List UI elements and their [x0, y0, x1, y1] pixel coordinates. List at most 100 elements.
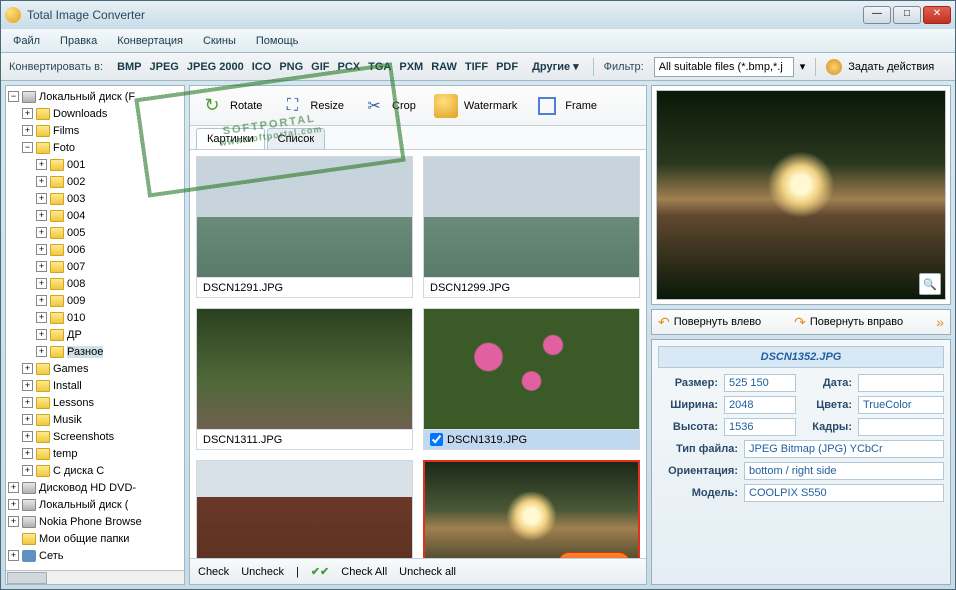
tree-item[interactable]: −Локальный диск (F [8, 88, 182, 105]
check-all-button[interactable]: Check All [341, 566, 387, 578]
expand-icon[interactable]: − [22, 142, 33, 153]
expand-icon[interactable]: + [36, 346, 47, 357]
tree-item[interactable]: +Films [8, 122, 182, 139]
tree-item[interactable]: +010 [8, 309, 182, 326]
rotate-left-button[interactable]: ↶Повернуть влево [658, 314, 761, 331]
thumbnail-cell[interactable]: Купить! [423, 460, 640, 558]
rotate-button[interactable]: ↻Rotate [200, 94, 262, 118]
expand-icon[interactable]: + [22, 363, 33, 374]
check-button[interactable]: Check [198, 566, 229, 578]
minimize-button[interactable]: — [863, 6, 891, 24]
tree-item[interactable]: +009 [8, 292, 182, 309]
thumbnail-label[interactable]: DSCN1311.JPG [197, 429, 412, 449]
expand-icon[interactable]: + [36, 159, 47, 170]
expand-icon[interactable]: + [22, 448, 33, 459]
expand-icon[interactable]: + [36, 210, 47, 221]
expand-icon[interactable]: + [22, 125, 33, 136]
format-pcx[interactable]: PCX [334, 59, 365, 75]
format-jpeg2000[interactable]: JPEG 2000 [183, 59, 248, 75]
tree-item[interactable]: +Локальный диск ( [8, 496, 182, 513]
menu-convert[interactable]: Конвертация [113, 33, 187, 49]
expand-icon[interactable]: + [22, 465, 33, 476]
thumbnail-cell[interactable]: DSCN1311.JPG [196, 308, 413, 450]
filter-dropdown-icon[interactable]: ▾ [800, 60, 806, 73]
maximize-button[interactable]: □ [893, 6, 921, 24]
buy-button[interactable]: Купить! [558, 552, 630, 558]
tree-item[interactable]: +Разное [8, 343, 182, 360]
set-actions-button[interactable]: Задать действия [848, 61, 934, 73]
expand-icon[interactable]: + [22, 397, 33, 408]
menu-file[interactable]: Файл [9, 33, 44, 49]
thumbnail-checkbox[interactable] [430, 433, 443, 446]
thumbnail-label[interactable]: DSCN1291.JPG [197, 277, 412, 297]
expand-icon[interactable]: + [8, 499, 19, 510]
zoom-icon[interactable]: 🔍 [919, 273, 941, 295]
tree-item[interactable]: +Nokia Phone Browse [8, 513, 182, 530]
tab-pictures[interactable]: Картинки [196, 128, 265, 149]
format-tga[interactable]: TGA [364, 59, 395, 75]
thumbnail-label[interactable]: DSCN1319.JPG [424, 429, 639, 449]
filter-input[interactable] [654, 57, 794, 77]
resize-button[interactable]: ⛶Resize [280, 94, 344, 118]
expand-icon[interactable]: + [22, 380, 33, 391]
tree-item[interactable]: +001 [8, 156, 182, 173]
tree-item[interactable]: +004 [8, 207, 182, 224]
expand-icon[interactable]: + [36, 261, 47, 272]
tree-item[interactable]: +005 [8, 224, 182, 241]
tree-item[interactable]: +003 [8, 190, 182, 207]
tree-item[interactable]: +Lessons [8, 394, 182, 411]
menu-skins[interactable]: Скины [199, 33, 240, 49]
tree-item[interactable]: +Install [8, 377, 182, 394]
tree-item[interactable]: +ДР [8, 326, 182, 343]
format-raw[interactable]: RAW [427, 59, 461, 75]
uncheck-button[interactable]: Uncheck [241, 566, 284, 578]
format-gif[interactable]: GIF [307, 59, 333, 75]
format-pxm[interactable]: PXM [395, 59, 427, 75]
expand-icon[interactable]: + [36, 312, 47, 323]
expand-icon[interactable]: + [36, 176, 47, 187]
tab-list[interactable]: Список [267, 128, 326, 149]
thumbnail-cell[interactable]: DSCN1291.JPG [196, 156, 413, 298]
uncheck-all-button[interactable]: Uncheck all [399, 566, 456, 578]
menu-help[interactable]: Помощь [252, 33, 303, 49]
thumbnail-cell[interactable]: DSCN1299.JPG [423, 156, 640, 298]
watermark-button[interactable]: Watermark [434, 94, 517, 118]
expand-icon[interactable]: + [36, 295, 47, 306]
tree-item[interactable]: +008 [8, 275, 182, 292]
format-jpeg[interactable]: JPEG [146, 59, 183, 75]
menu-edit[interactable]: Правка [56, 33, 101, 49]
expand-icon[interactable]: + [22, 431, 33, 442]
thumbnail-cell[interactable] [196, 460, 413, 558]
tree-item[interactable]: Мои общие папки [8, 530, 182, 547]
expand-icon[interactable]: + [36, 329, 47, 340]
expand-icon[interactable]: + [22, 108, 33, 119]
frame-button[interactable]: Frame [535, 94, 597, 118]
tree-item[interactable]: +Musik [8, 411, 182, 428]
expand-icon[interactable]: + [36, 244, 47, 255]
tree-item[interactable]: +Downloads [8, 105, 182, 122]
tree-item[interactable]: +007 [8, 258, 182, 275]
folder-tree[interactable]: −Локальный диск (F+Downloads+Films−Foto+… [5, 85, 185, 585]
expand-icon[interactable]: + [8, 550, 19, 561]
tree-item[interactable]: +Games [8, 360, 182, 377]
tree-item[interactable]: +temp [8, 445, 182, 462]
tree-scrollbar[interactable] [6, 570, 184, 584]
format-other[interactable]: Другие ▾ [528, 58, 583, 75]
expand-icon[interactable]: + [8, 516, 19, 527]
expand-icon[interactable]: » [936, 314, 944, 330]
expand-icon[interactable]: + [8, 482, 19, 493]
expand-icon[interactable]: + [36, 278, 47, 289]
tree-item[interactable]: +Дисковод HD DVD- [8, 479, 182, 496]
expand-icon[interactable]: + [36, 193, 47, 204]
thumbnail-label[interactable]: DSCN1299.JPG [424, 277, 639, 297]
tree-item[interactable]: +С диска С [8, 462, 182, 479]
format-bmp[interactable]: BMP [113, 59, 145, 75]
crop-button[interactable]: ✂Crop [362, 94, 416, 118]
rotate-right-button[interactable]: ↷Повернуть вправо [794, 314, 903, 331]
expand-icon[interactable]: + [36, 227, 47, 238]
thumbnail-cell[interactable]: DSCN1319.JPG [423, 308, 640, 450]
tree-item[interactable]: +Сеть [8, 547, 182, 564]
format-tiff[interactable]: TIFF [461, 59, 492, 75]
tree-item[interactable]: −Foto [8, 139, 182, 156]
expand-icon[interactable]: + [22, 414, 33, 425]
